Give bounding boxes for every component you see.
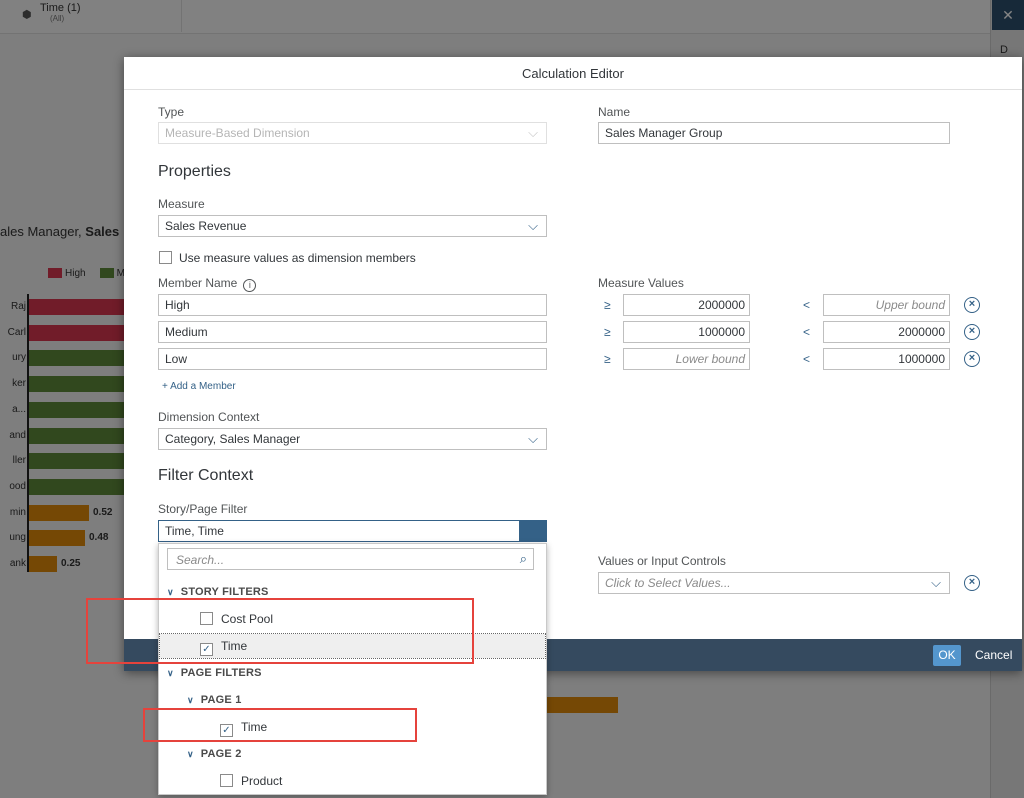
- measure-select[interactable]: Sales Revenue ⌵: [158, 215, 547, 237]
- gte-operator: ≥: [604, 352, 611, 366]
- search-icon[interactable]: ⌕: [520, 551, 527, 567]
- upper-bound-placeholder: Upper bound: [875, 298, 945, 312]
- measure-value: Sales Revenue: [165, 219, 247, 233]
- dimension-context-label: Dimension Context: [158, 410, 260, 424]
- remove-member-icon[interactable]: ×: [964, 351, 980, 367]
- page-1-group[interactable]: ∨ PAGE 1: [187, 694, 242, 706]
- chevron-down-icon: ⌵: [528, 125, 538, 140]
- collapse-caret-icon: ∨: [187, 695, 194, 705]
- highlight-box-page1-time: [143, 708, 417, 742]
- list-item-page2-product[interactable]: Product: [160, 769, 545, 793]
- upper-bound-input-medium[interactable]: 2000000: [823, 321, 950, 343]
- upper-bound-value: 1000000: [898, 352, 945, 366]
- member-name-input-low[interactable]: Low: [158, 348, 547, 370]
- member-name-label-text: Member Name: [158, 276, 238, 290]
- chevron-down-icon: ⌵: [931, 575, 941, 590]
- lt-operator: <: [803, 352, 811, 366]
- type-value: Measure-Based Dimension: [165, 126, 310, 140]
- member-name-value: Medium: [165, 325, 208, 339]
- filter-search-input[interactable]: Search... ⌕: [167, 548, 534, 570]
- collapse-caret-icon: ∨: [167, 668, 174, 678]
- page-2-group[interactable]: ∨ PAGE 2: [187, 748, 242, 760]
- clear-values-icon[interactable]: ×: [964, 575, 980, 591]
- upper-bound-input-high[interactable]: Upper bound: [823, 294, 950, 316]
- lower-bound-input-high[interactable]: 2000000: [623, 294, 750, 316]
- lower-bound-input-medium[interactable]: 1000000: [623, 321, 750, 343]
- upper-bound-input-low[interactable]: 1000000: [823, 348, 950, 370]
- member-name-input-medium[interactable]: Medium: [158, 321, 547, 343]
- type-select: Measure-Based Dimension ⌵: [158, 122, 547, 144]
- cancel-button[interactable]: Cancel: [975, 645, 1012, 666]
- member-name-label: Member Name i: [158, 276, 257, 292]
- values-input-controls-label: Values or Input Controls: [598, 554, 726, 568]
- dimension-context-value: Category, Sales Manager: [165, 432, 301, 446]
- page-filters-group[interactable]: ∨ PAGE FILTERS: [167, 667, 262, 679]
- filter-dropdown-list: Search... ⌕ ∨ STORY FILTERS Cost Pool ✓ Ti…: [158, 543, 547, 795]
- story-page-filter-value: Time, Time: [165, 524, 224, 538]
- collapse-caret-icon: ∨: [187, 749, 194, 759]
- page-2-label: PAGE 2: [200, 748, 242, 760]
- story-page-filter-label: Story/Page Filter: [158, 502, 248, 516]
- highlight-box-story-filters: [86, 598, 474, 664]
- name-label: Name: [598, 105, 631, 119]
- story-filters-group[interactable]: ∨ STORY FILTERS: [167, 586, 269, 598]
- gte-operator: ≥: [604, 325, 611, 339]
- use-measure-values-label: Use measure values as dimension members: [179, 251, 416, 265]
- member-name-value: High: [165, 298, 190, 312]
- use-measure-values-checkbox[interactable]: [159, 251, 172, 264]
- name-value: Sales Manager Group: [605, 126, 723, 140]
- page-1-label: PAGE 1: [200, 694, 242, 706]
- name-input[interactable]: Sales Manager Group: [598, 122, 950, 144]
- lt-operator: <: [803, 325, 811, 339]
- measure-label: Measure: [158, 197, 205, 211]
- info-icon[interactable]: i: [243, 279, 257, 292]
- chevron-down-icon: ⌵: [528, 218, 538, 233]
- checkbox[interactable]: [220, 774, 233, 787]
- measure-values-label: Measure Values: [598, 276, 684, 290]
- lower-bound-value: 1000000: [698, 325, 745, 339]
- dimension-context-select[interactable]: Category, Sales Manager ⌵: [158, 428, 547, 450]
- add-member-link[interactable]: + Add a Member: [162, 381, 236, 392]
- properties-heading: Properties: [158, 163, 231, 180]
- collapse-caret-icon: ∨: [167, 587, 174, 597]
- list-item-label: Product: [241, 774, 283, 788]
- page-filters-label: PAGE FILTERS: [180, 667, 262, 679]
- filter-context-heading: Filter Context: [158, 467, 254, 484]
- member-name-value: Low: [165, 352, 188, 366]
- upper-bound-value: 2000000: [898, 325, 945, 339]
- dialog-title: Calculation Editor: [124, 57, 1022, 90]
- dropdown-toggle-button[interactable]: [519, 521, 546, 541]
- lower-bound-input-low[interactable]: Lower bound: [623, 348, 750, 370]
- remove-member-icon[interactable]: ×: [964, 297, 980, 313]
- chevron-down-icon: ⌵: [528, 431, 538, 446]
- remove-member-icon[interactable]: ×: [964, 324, 980, 340]
- type-label: Type: [158, 105, 185, 119]
- story-filters-label: STORY FILTERS: [180, 586, 269, 598]
- values-input-controls-select[interactable]: Click to Select Values... ⌵: [598, 572, 950, 594]
- values-input-controls-placeholder: Click to Select Values...: [605, 576, 731, 590]
- ok-button[interactable]: OK: [933, 645, 961, 666]
- story-page-filter-select[interactable]: Time, Time: [158, 520, 547, 542]
- search-placeholder: Search...: [176, 553, 225, 567]
- member-name-input-high[interactable]: High: [158, 294, 547, 316]
- lt-operator: <: [803, 298, 811, 312]
- lower-bound-value: 2000000: [698, 298, 745, 312]
- lower-bound-placeholder: Lower bound: [675, 352, 745, 366]
- gte-operator: ≥: [604, 298, 611, 312]
